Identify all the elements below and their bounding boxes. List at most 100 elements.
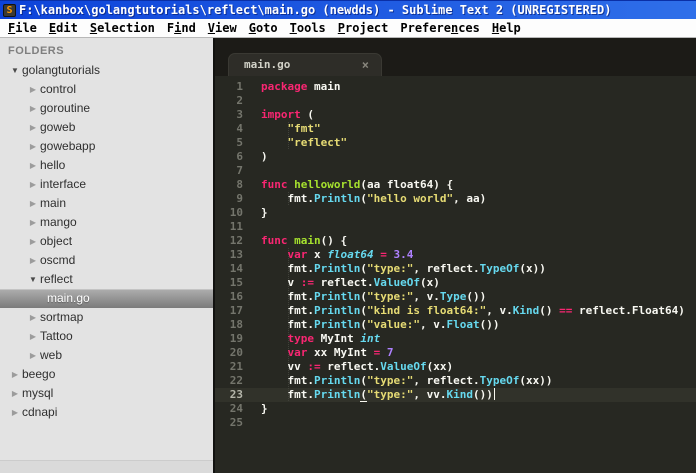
code-token: , v. (413, 290, 440, 303)
code-line-16[interactable]: 16 fmt.Println("type:", v.Type()) (215, 290, 696, 304)
code-line-4[interactable]: 4 "fmt" (215, 122, 696, 136)
tree-file-main-go[interactable]: main.go (0, 289, 213, 308)
code-line-24[interactable]: 24} (215, 402, 696, 416)
code-line-15[interactable]: 15 v := reflect.ValueOf(x) (215, 276, 696, 290)
menu-item-tools[interactable]: Tools (284, 19, 332, 37)
code-line-25[interactable]: 25 (215, 416, 696, 430)
menu-item-project[interactable]: Project (332, 19, 395, 37)
line-number: 14 (229, 262, 243, 275)
tree-folder-mysql[interactable]: ▶ mysql (0, 384, 213, 403)
code-line-1[interactable]: 1 package main (215, 80, 696, 94)
code-token: func (261, 178, 288, 191)
code-line-12[interactable]: 12 func main() { (215, 234, 696, 248)
title-bar: S F:\kanbox\golangtutorials\reflect\main… (0, 0, 696, 19)
code-token: , v. (419, 318, 447, 331)
chevron-right-icon[interactable]: ▶ (26, 327, 40, 346)
code-token: ( (360, 192, 367, 205)
tree-folder-tattoo[interactable]: ▶ Tattoo (0, 327, 213, 346)
line-number: 24 (229, 402, 243, 415)
code-token: ( (360, 388, 367, 402)
chevron-right-icon[interactable]: ▶ (8, 403, 22, 422)
code-line-23[interactable]: 23 fmt.Println("type:", vv.Kind()) (215, 388, 696, 402)
code-line-9[interactable]: 9 fmt.Println("hello world", aa) (215, 192, 696, 206)
code-token: := (307, 360, 321, 373)
code-line-18[interactable]: 18 fmt.Println("value:", v.Float()) (215, 318, 696, 332)
code-line-13[interactable]: 13 var x float64 = 3.4 (215, 248, 696, 262)
chevron-right-icon[interactable]: ▶ (26, 99, 40, 118)
code-line-10[interactable]: 10} (215, 206, 696, 220)
chevron-right-icon[interactable]: ▶ (26, 213, 40, 232)
line-number: 8 (236, 178, 243, 191)
code-line-21[interactable]: 21 vv := reflect.ValueOf(xx) (215, 360, 696, 374)
chevron-right-icon[interactable]: ▶ (26, 156, 40, 175)
code-line-2[interactable]: 2 (215, 94, 696, 108)
code-token: := (300, 276, 314, 289)
code-line-11[interactable]: 11 (215, 220, 696, 234)
line-number: 21 (229, 360, 243, 373)
code-token: ( (360, 262, 367, 275)
chevron-right-icon[interactable]: ▶ (26, 194, 40, 213)
code-token: reflect. (314, 276, 374, 289)
code-line-7[interactable]: 7 (215, 164, 696, 178)
menu-item-help[interactable]: Help (486, 19, 527, 37)
tree-folder-sortmap[interactable]: ▶ sortmap (0, 308, 213, 327)
code-line-6[interactable]: 6) (215, 150, 696, 164)
menu-item-view[interactable]: View (202, 19, 243, 37)
chevron-right-icon[interactable]: ▶ (8, 384, 22, 403)
code-token: ValueOf (380, 360, 427, 373)
chevron-right-icon[interactable]: ▶ (8, 365, 22, 384)
tree-folder-reflect[interactable]: ▼ reflect (0, 270, 213, 289)
menu-item-find[interactable]: Find (161, 19, 202, 37)
sidebar-hscrollbar[interactable] (0, 460, 213, 473)
menu-item-edit[interactable]: Edit (43, 19, 84, 37)
tree-folder-beego[interactable]: ▶ beego (0, 365, 213, 384)
tree-folder-golangtutorials[interactable]: ▼ golangtutorials (0, 61, 213, 80)
tree-folder-web[interactable]: ▶ web (0, 346, 213, 365)
tree-folder-goweb[interactable]: ▶ goweb (0, 118, 213, 137)
tree-folder-goroutine[interactable]: ▶ goroutine (0, 99, 213, 118)
code-line-14[interactable]: 14 fmt.Println("type:", reflect.TypeOf(x… (215, 262, 696, 276)
code-token: ()) (466, 290, 487, 303)
tree-folder-oscmd[interactable]: ▶ oscmd (0, 251, 213, 270)
close-icon[interactable]: × (362, 54, 381, 76)
tree-folder-mango[interactable]: ▶ mango (0, 213, 213, 232)
menu-item-preferences[interactable]: Preferences (394, 19, 486, 37)
code-editor[interactable]: 1 package main 2 3 import (4 "fmt" 5 "reflect… (215, 76, 696, 473)
folders-header: FOLDERS (8, 45, 65, 57)
code-token: "type:" (366, 262, 414, 275)
chevron-down-icon[interactable]: ▼ (26, 270, 40, 289)
tree-item-label: main.go (47, 291, 90, 305)
tree-folder-gowebapp[interactable]: ▶ gowebapp (0, 137, 213, 156)
menu-item-goto[interactable]: Goto (243, 19, 284, 37)
chevron-right-icon[interactable]: ▶ (26, 251, 40, 270)
code-line-19[interactable]: 19 type MyInt int (215, 332, 696, 346)
tree-folder-object[interactable]: ▶ object (0, 232, 213, 251)
chevron-right-icon[interactable]: ▶ (26, 80, 40, 99)
code-token: Type (439, 290, 467, 303)
code-token: v (287, 276, 301, 289)
code-line-3[interactable]: 3 import ( (215, 108, 696, 122)
chevron-right-icon[interactable]: ▶ (26, 346, 40, 365)
menu-item-file[interactable]: File (2, 19, 43, 37)
code-token: , vv. (413, 388, 447, 401)
tab-main-go[interactable]: main.go × (228, 53, 382, 76)
tree-folder-cdnapi[interactable]: ▶ cdnapi (0, 403, 213, 422)
tree-folder-main[interactable]: ▶ main (0, 194, 213, 213)
chevron-right-icon[interactable]: ▶ (26, 118, 40, 137)
code-line-17[interactable]: 17 fmt.Println("kind is float64:", v.Kin… (215, 304, 696, 318)
code-token: ( (300, 108, 314, 121)
code-line-8[interactable]: 8 func helloworld(aa float64) { (215, 178, 696, 192)
code-line-5[interactable]: 5 "reflect" (215, 136, 696, 150)
tree-folder-control[interactable]: ▶ control (0, 80, 213, 99)
chevron-right-icon[interactable]: ▶ (26, 232, 40, 251)
chevron-right-icon[interactable]: ▶ (26, 137, 40, 156)
tree-folder-interface[interactable]: ▶ interface (0, 175, 213, 194)
code-line-20[interactable]: 20 var xx MyInt = 7 (215, 346, 696, 360)
code-line-22[interactable]: 22 fmt.Println("type:", reflect.TypeOf(x… (215, 374, 696, 388)
chevron-down-icon[interactable]: ▼ (8, 61, 22, 80)
menu-item-selection[interactable]: Selection (84, 19, 161, 37)
tree-folder-hello[interactable]: ▶ hello (0, 156, 213, 175)
chevron-right-icon[interactable]: ▶ (26, 175, 40, 194)
chevron-right-icon[interactable]: ▶ (26, 308, 40, 327)
code-token: Println (314, 374, 361, 387)
